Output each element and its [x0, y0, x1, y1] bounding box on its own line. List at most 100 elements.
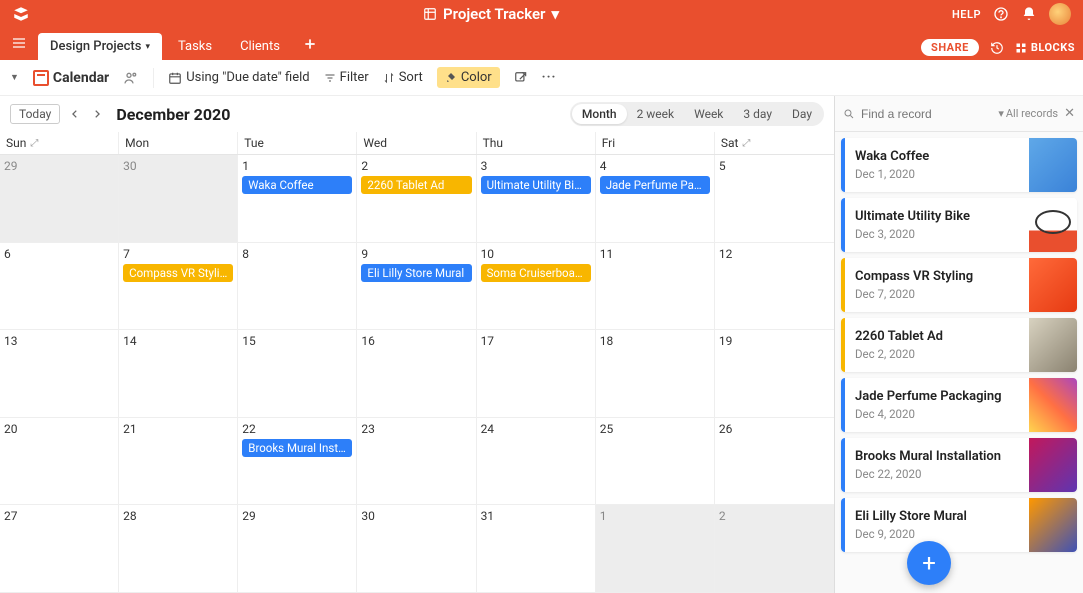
- range-segment: Month2 weekWeek3 dayDay: [570, 102, 824, 126]
- calendar-cell[interactable]: 20: [0, 418, 119, 506]
- record-list: Waka CoffeeDec 1, 2020 Ultimate Utility B…: [835, 132, 1083, 593]
- more-icon[interactable]: ···: [542, 70, 557, 85]
- calendar-cell[interactable]: 10Soma Cruiserboard: [477, 243, 596, 331]
- history-icon[interactable]: [989, 40, 1005, 56]
- calendar-cell[interactable]: 1Waka Coffee: [238, 155, 357, 243]
- calendar-cell[interactable]: 13: [0, 330, 119, 418]
- calendar-cell[interactable]: 29: [0, 155, 119, 243]
- today-button[interactable]: Today: [10, 104, 60, 124]
- tab-clients[interactable]: Clients: [228, 33, 292, 60]
- calendar-cell[interactable]: 19: [715, 330, 834, 418]
- calendar-event[interactable]: Soma Cruiserboard: [481, 264, 591, 282]
- blocks-button[interactable]: BLOCKS: [1015, 41, 1075, 54]
- calendar-cell[interactable]: 5: [715, 155, 834, 243]
- record-card[interactable]: Brooks Mural InstallationDec 22, 2020: [841, 438, 1077, 492]
- calendar-cell[interactable]: 1: [596, 505, 715, 593]
- calendar-cell[interactable]: 24: [477, 418, 596, 506]
- sort-button[interactable]: Sort: [383, 70, 423, 85]
- day-number: 13: [4, 334, 114, 348]
- day-number: 6: [4, 247, 114, 261]
- range-2-week[interactable]: 2 week: [627, 104, 685, 124]
- record-card[interactable]: Eli Lilly Store MuralDec 9, 2020: [841, 498, 1077, 552]
- calendar-event[interactable]: 2260 Tablet Ad: [361, 176, 471, 194]
- calendar-cell[interactable]: 15: [238, 330, 357, 418]
- search-input[interactable]: [861, 107, 992, 121]
- range-3-day[interactable]: 3 day: [733, 104, 782, 124]
- calendar-cell[interactable]: 9Eli Lilly Store Mural: [357, 243, 476, 331]
- bell-icon[interactable]: [1021, 6, 1037, 22]
- record-card[interactable]: Jade Perfume PackagingDec 4, 2020: [841, 378, 1077, 432]
- calendar-cell[interactable]: 29: [238, 505, 357, 593]
- calendar-event[interactable]: Eli Lilly Store Mural: [361, 264, 471, 282]
- record-body: Brooks Mural InstallationDec 22, 2020: [845, 438, 1029, 492]
- collaborators-icon[interactable]: [123, 70, 139, 86]
- prev-month-icon[interactable]: [68, 107, 82, 121]
- day-number: 7: [123, 247, 233, 261]
- record-card[interactable]: Waka CoffeeDec 1, 2020: [841, 138, 1077, 192]
- record-body: 2260 Tablet AdDec 2, 2020: [845, 318, 1029, 372]
- record-card[interactable]: 2260 Tablet AdDec 2, 2020: [841, 318, 1077, 372]
- calendar-cell[interactable]: 18: [596, 330, 715, 418]
- calendar-cell[interactable]: 21: [119, 418, 238, 506]
- record-card[interactable]: Compass VR StylingDec 7, 2020: [841, 258, 1077, 312]
- calendar-cell[interactable]: 7 Compass VR Styli…: [119, 243, 238, 331]
- calendar-cell[interactable]: 26: [715, 418, 834, 506]
- help-link[interactable]: HELP: [952, 8, 981, 21]
- calendar-event[interactable]: Jade Perfume Pac…: [600, 176, 710, 194]
- calendar-view-label[interactable]: Calendar: [33, 70, 109, 86]
- calendar-cell[interactable]: 8: [238, 243, 357, 331]
- all-records-dropdown[interactable]: ▾ All records: [998, 107, 1058, 120]
- calendar-cell[interactable]: 31: [477, 505, 596, 593]
- avatar[interactable]: [1049, 3, 1071, 25]
- calendar-cell[interactable]: 14: [119, 330, 238, 418]
- calendar-cell[interactable]: 22Brooks Mural Inst…: [238, 418, 357, 506]
- record-card[interactable]: Ultimate Utility BikeDec 3, 2020: [841, 198, 1077, 252]
- calendar-cell[interactable]: 6: [0, 243, 119, 331]
- range-day[interactable]: Day: [782, 104, 822, 124]
- calendar-cell[interactable]: 11: [596, 243, 715, 331]
- next-month-icon[interactable]: [90, 107, 104, 121]
- logo-icon[interactable]: [12, 5, 30, 23]
- workspace-title-wrap[interactable]: Project Tracker ▾: [30, 5, 952, 23]
- calendar-cell[interactable]: 30: [357, 505, 476, 593]
- tab-tasks[interactable]: Tasks: [166, 33, 224, 60]
- record-thumb: [1029, 198, 1077, 252]
- chevron-down-icon: ▾: [551, 5, 559, 23]
- add-tab-button[interactable]: [300, 34, 320, 54]
- tab-design-projects[interactable]: Design Projects▾: [38, 33, 162, 60]
- expand-icon[interactable]: ⤢: [742, 138, 750, 149]
- calendar-cell[interactable]: 16: [357, 330, 476, 418]
- day-number: 2: [361, 159, 471, 173]
- calendar-event[interactable]: Compass VR Styli…: [123, 264, 233, 282]
- add-record-fab[interactable]: +: [907, 541, 951, 585]
- record-body: Ultimate Utility BikeDec 3, 2020: [845, 198, 1029, 252]
- calendar-cell[interactable]: 23: [357, 418, 476, 506]
- share-view-icon[interactable]: [514, 71, 528, 85]
- calendar-cell[interactable]: 2 2260 Tablet Ad: [357, 155, 476, 243]
- calendar-cell[interactable]: 27: [0, 505, 119, 593]
- close-icon[interactable]: ✕: [1064, 106, 1075, 121]
- menu-icon[interactable]: [8, 32, 30, 54]
- views-dropdown-icon[interactable]: ▼: [10, 72, 19, 83]
- help-icon[interactable]: [993, 6, 1009, 22]
- calendar-cell[interactable]: 4Jade Perfume Pac…: [596, 155, 715, 243]
- record-thumb: [1029, 138, 1077, 192]
- day-number: 5: [719, 159, 830, 173]
- calendar-cell[interactable]: 30: [119, 155, 238, 243]
- date-field-select[interactable]: Using "Due date" field: [168, 70, 309, 85]
- color-button[interactable]: Color: [437, 67, 500, 88]
- calendar-cell[interactable]: 17: [477, 330, 596, 418]
- calendar-cell[interactable]: 12: [715, 243, 834, 331]
- calendar-cell[interactable]: 3Ultimate Utility Bike: [477, 155, 596, 243]
- calendar-event[interactable]: Ultimate Utility Bike: [481, 176, 591, 194]
- share-button[interactable]: SHARE: [921, 39, 979, 56]
- calendar-event[interactable]: Waka Coffee: [242, 176, 352, 194]
- calendar-cell[interactable]: 25: [596, 418, 715, 506]
- calendar-cell[interactable]: 2: [715, 505, 834, 593]
- range-week[interactable]: Week: [684, 104, 733, 124]
- range-month[interactable]: Month: [572, 104, 627, 124]
- expand-icon[interactable]: ⤢: [30, 138, 38, 149]
- filter-button[interactable]: Filter: [324, 70, 369, 85]
- calendar-cell[interactable]: 28: [119, 505, 238, 593]
- calendar-event[interactable]: Brooks Mural Inst…: [242, 439, 352, 457]
